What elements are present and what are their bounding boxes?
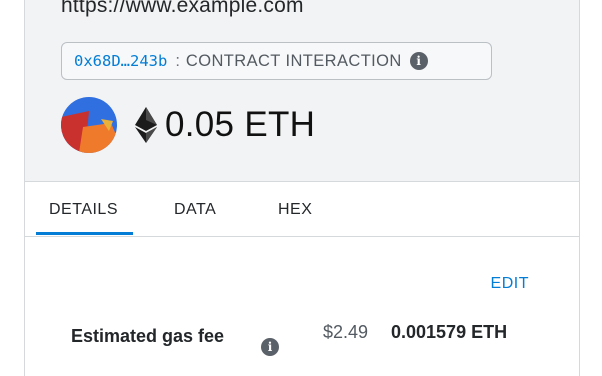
gas-info-icon[interactable]: i [261, 338, 279, 356]
tab-hex[interactable]: HEX [278, 201, 312, 219]
contract-interaction-pill[interactable]: 0x68D…243b : CONTRACT INTERACTION i [61, 42, 492, 80]
contract-address[interactable]: 0x68D…243b [74, 52, 167, 70]
transaction-amount: 0.05 ETH [165, 105, 316, 144]
confirm-transaction-popup: https://www.example.com 0x68D…243b : CON… [24, 0, 580, 376]
edit-gas-button[interactable]: EDIT [491, 275, 529, 293]
amount-row: 0.05 ETH [61, 96, 315, 154]
estimated-gas-fee-label: Estimated gas fee [71, 326, 225, 346]
active-tab-indicator [36, 232, 133, 235]
contract-method-label: CONTRACT INTERACTION [185, 51, 402, 70]
gas-fee-eth: 0.001579 ETH [391, 322, 508, 342]
transaction-header: https://www.example.com 0x68D…243b : CON… [25, 0, 579, 182]
ethereum-icon [135, 107, 157, 143]
tab-data[interactable]: DATA [174, 201, 216, 219]
tab-details[interactable]: DETAILS [49, 201, 118, 219]
gas-fee-fiat: $2.49 [323, 322, 369, 342]
transaction-tabs: DETAILS DATA HEX [25, 182, 579, 237]
details-panel: EDIT Estimated gas fee i $2.49 0.001579 … [25, 237, 579, 376]
info-icon[interactable]: i [409, 52, 428, 70]
account-avatar [61, 97, 117, 153]
pill-separator: : [175, 51, 180, 70]
origin-url: https://www.example.com [61, 0, 304, 17]
